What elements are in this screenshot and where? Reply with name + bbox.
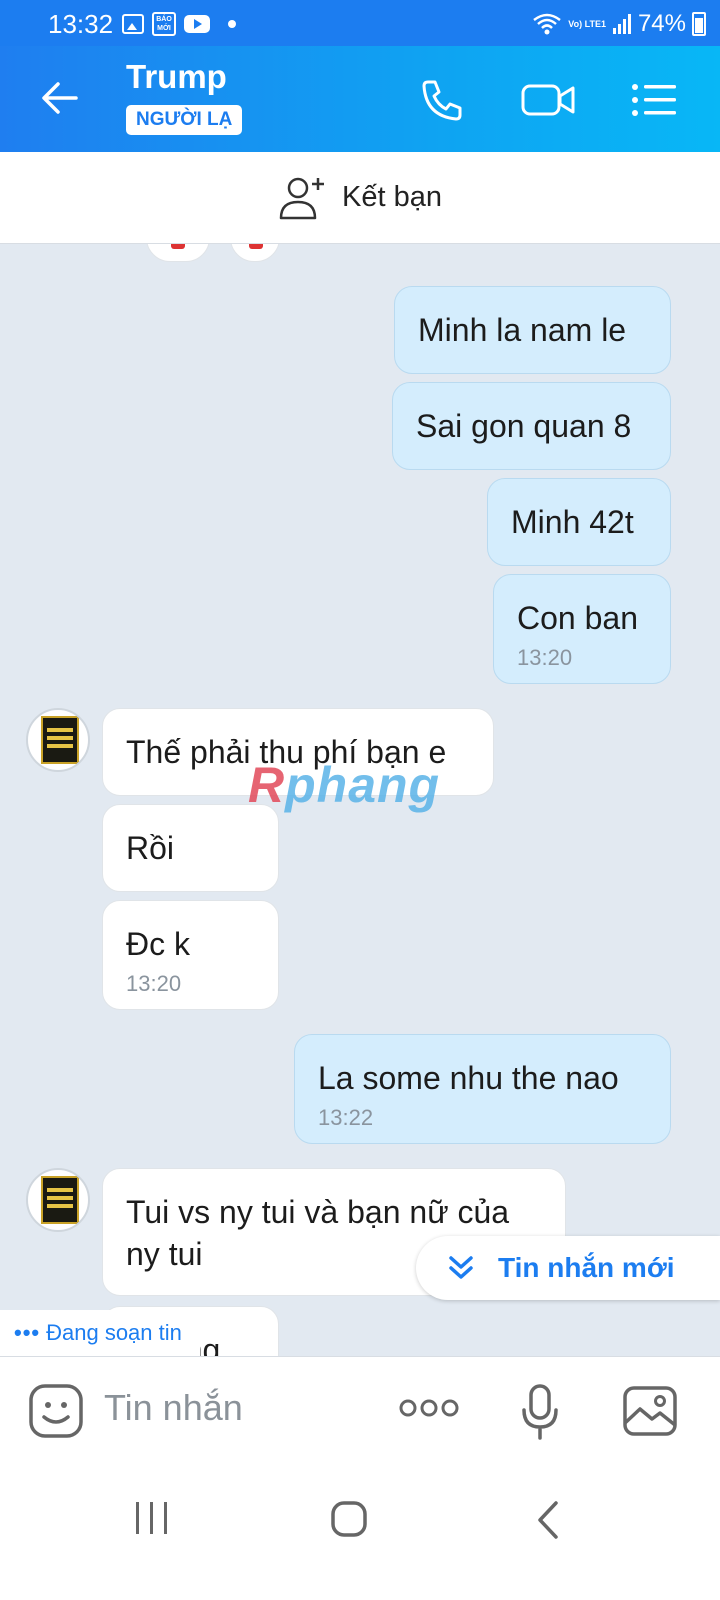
message-text: Minh la nam le <box>418 312 627 348</box>
message-bubble-incoming[interactable]: Đc k 13:20 <box>102 900 279 1010</box>
chat-header: Trump NGƯỜI LẠ <box>0 46 720 152</box>
video-call-icon[interactable] <box>520 74 578 126</box>
menu-list-icon[interactable] <box>628 74 680 126</box>
new-messages-label: Tin nhắn mới <box>498 1252 675 1283</box>
double-chevron-down-icon <box>449 1256 473 1279</box>
baomoi-notification-icon: BÁO MỚI <box>152 12 176 36</box>
message-time: 13:22 <box>318 1105 374 1130</box>
heart-reaction-icon <box>171 244 185 249</box>
add-friend-label: Kết bạn <box>342 181 442 213</box>
message-bubble-incoming[interactable]: Rồi <box>102 804 279 892</box>
contact-avatar[interactable] <box>26 1168 90 1232</box>
add-friend-bar[interactable]: Kết bạn <box>0 152 720 244</box>
message-text: Con ban <box>517 600 638 636</box>
notification-icons: BÁO MỚI <box>122 12 236 36</box>
message-bubble-outgoing[interactable]: La some nhu the nao 13:22 <box>294 1034 671 1144</box>
message-input[interactable]: Tin nhắn <box>104 1387 243 1429</box>
typing-label: Đang soạn tin <box>46 1320 182 1345</box>
signal-icon <box>612 14 631 34</box>
message-bubble-outgoing[interactable]: Con ban 13:20 <box>493 574 671 684</box>
heart-reaction-icon <box>249 244 263 249</box>
battery-percent: 74% <box>637 10 686 37</box>
gallery-notification-icon <box>122 14 144 34</box>
reaction-badge[interactable] <box>146 244 210 262</box>
more-options-icon[interactable] <box>398 1397 460 1419</box>
reaction-badge[interactable] <box>230 244 280 262</box>
message-time: 13:20 <box>126 971 182 996</box>
contact-name[interactable]: Trump <box>126 58 227 96</box>
sticker-emoji-icon[interactable] <box>28 1383 84 1439</box>
status-bar: 13:32 BÁO MỚI Vo) LTE1 74% <box>0 0 720 46</box>
wifi-icon <box>533 13 562 35</box>
message-list[interactable]: Minh la nam le Sai gon quan 8 Minh 42t C… <box>0 244 720 1384</box>
network-type-label: Vo) LTE1 <box>568 18 606 29</box>
message-text: Minh 42t <box>511 504 634 540</box>
recent-apps-icon[interactable] <box>132 1500 172 1536</box>
message-text: Rồi <box>126 830 175 866</box>
gallery-image-icon[interactable] <box>622 1385 678 1437</box>
typing-indicator: ••• Đang soạn tin <box>0 1310 200 1356</box>
more-notifications-dot-icon <box>228 20 236 28</box>
message-bubble-outgoing[interactable]: Minh 42t <box>487 478 671 566</box>
message-bubble-outgoing[interactable]: Minh la nam le <box>394 286 671 374</box>
battery-icon <box>692 12 706 36</box>
microphone-icon[interactable] <box>520 1383 560 1441</box>
watermark-logo: Rphang <box>248 757 441 813</box>
status-time: 13:32 <box>48 9 114 39</box>
system-navigation-bar <box>0 1466 720 1600</box>
message-text: Sai gon quan 8 <box>416 408 632 444</box>
phone-icon[interactable] <box>416 74 468 126</box>
contact-avatar[interactable] <box>26 708 90 772</box>
message-input-bar: Tin nhắn <box>0 1356 720 1466</box>
new-messages-button[interactable]: Tin nhắn mới <box>416 1236 720 1300</box>
back-nav-icon[interactable] <box>534 1500 562 1540</box>
home-icon[interactable] <box>330 1500 368 1538</box>
message-time: 13:20 <box>517 645 573 670</box>
youtube-notification-icon <box>184 15 210 33</box>
message-text: Đc k <box>126 926 190 962</box>
message-bubble-outgoing[interactable]: Sai gon quan 8 <box>392 382 671 470</box>
add-friend-icon <box>279 177 324 219</box>
back-arrow-icon[interactable] <box>36 74 84 122</box>
stranger-badge: NGƯỜI LẠ <box>126 105 243 135</box>
typing-dots-icon: ••• <box>14 1320 41 1345</box>
message-text: La some nhu the nao <box>318 1060 619 1096</box>
